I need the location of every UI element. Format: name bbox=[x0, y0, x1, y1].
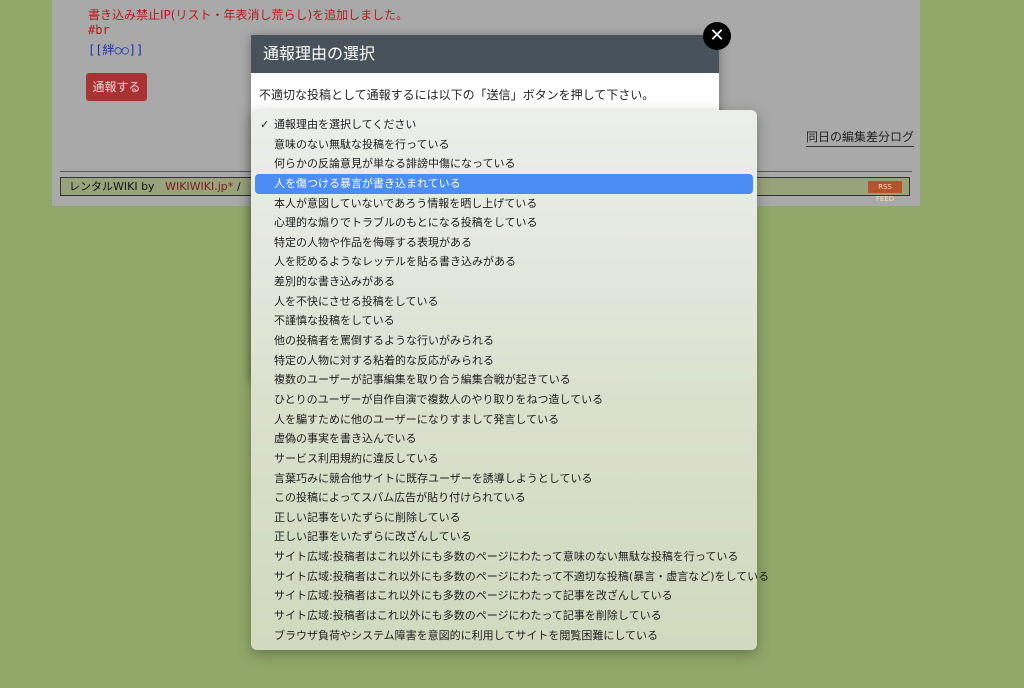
dropdown-option[interactable]: 言葉巧みに競合他サイトに既存ユーザーを誘導しようとしている bbox=[255, 469, 753, 489]
report-reason-dropdown[interactable]: ✓ 通報理由を選択してください意味のない無駄な投稿を行っている何らかの反論意見が単… bbox=[251, 110, 769, 650]
dropdown-option-label: 人を騙すために他のユーザーになりすまして発言している bbox=[274, 412, 560, 426]
dropdown-option[interactable]: 正しい記事をいたずらに削除している bbox=[255, 508, 753, 528]
diff-log-link[interactable]: 同日の編集差分ログ bbox=[806, 128, 915, 147]
dropdown-option-label: 他の投稿者を罵倒するような行いがみられる bbox=[274, 334, 494, 348]
dropdown-option-label: 差別的な書き込みがある bbox=[274, 275, 395, 289]
dropdown-option[interactable]: 人を不快にさせる投稿をしている bbox=[255, 292, 753, 312]
dropdown-option-label: 人を貶めるようなレッテルを貼る書き込みがある bbox=[274, 255, 516, 269]
dropdown-option-label: 本人が意図していないであろう情報を晒し上げている bbox=[274, 196, 538, 210]
footer-slash: / bbox=[237, 180, 241, 193]
dropdown-option[interactable]: 人を貶めるようなレッテルを貼る書き込みがある bbox=[255, 252, 753, 272]
dropdown-option-label: 正しい記事をいたずらに改ざんしている bbox=[274, 530, 472, 544]
dropdown-option[interactable]: サイト広域:投稿者はこれ以外にも多数のページにわたって意味のない無駄な投稿を行っ… bbox=[255, 547, 753, 567]
dropdown-option-label: サービス利用規約に違反している bbox=[274, 451, 439, 465]
dropdown-option[interactable]: この投稿によってスパム広告が貼り付けられている bbox=[255, 488, 753, 508]
dropdown-option-label: 心理的な煽りでトラブルのもとになる投稿をしている bbox=[274, 216, 538, 230]
br-markup-text: #br bbox=[88, 23, 110, 37]
dropdown-option[interactable]: サイト広域:投稿者はこれ以外にも多数のページにわたって記事を削除している bbox=[255, 606, 753, 626]
dropdown-option[interactable]: 差別的な書き込みがある bbox=[255, 272, 753, 292]
rss-feed-icon[interactable]: RSS FEED bbox=[868, 181, 902, 203]
dropdown-option-label: 人を傷つける暴言が書き込まれている bbox=[274, 176, 461, 190]
dropdown-option[interactable]: 人を騙すために他のユーザーになりすまして発言している bbox=[255, 410, 753, 430]
dropdown-option-label: 複数のユーザーが記事編集を取り合う編集合戦が起きている bbox=[274, 373, 571, 387]
dropdown-option[interactable]: ブラウザ負荷やシステム障害を意図的に利用してサイトを閲覧困難にしている bbox=[255, 626, 753, 646]
dropdown-option-label: サイト広域:投稿者はこれ以外にも多数のページにわたって不適切な投稿(暴言・虚言な… bbox=[274, 569, 770, 583]
footer-rental-text: レンタルWIKI by bbox=[69, 180, 155, 193]
report-button[interactable]: 通報する bbox=[86, 73, 147, 101]
dropdown-option[interactable]: サービス利用規約に違反している bbox=[255, 449, 753, 469]
dropdown-option-label: ひとりのユーザーが自作自演で複数人のやり取りをねつ造している bbox=[274, 392, 604, 406]
dropdown-option-label: 言葉巧みに競合他サイトに既存ユーザーを誘導しようとしている bbox=[274, 471, 593, 485]
checkmark-icon: ✓ bbox=[260, 118, 270, 131]
dropdown-option[interactable]: 複数のユーザーが記事編集を取り合う編集合戦が起きている bbox=[255, 370, 753, 390]
dropdown-option-label: 特定の人物や作品を侮辱する表現がある bbox=[274, 235, 472, 249]
dropdown-option[interactable]: 虚偽の事実を書き込んでいる bbox=[255, 429, 753, 449]
dropdown-option[interactable]: 不謹慎な投稿をしている bbox=[255, 311, 753, 331]
dropdown-option-label: サイト広域:投稿者はこれ以外にも多数のページにわたって記事を削除している bbox=[274, 609, 662, 623]
close-icon[interactable]: ✕ bbox=[703, 22, 731, 50]
dropdown-option-label: ブラウザ負荷やシステム障害を意図的に利用してサイトを閲覧困難にしている bbox=[274, 628, 659, 642]
modal-title: 通報理由の選択 bbox=[251, 35, 719, 73]
modal-description: 不適切な投稿として通報するには以下の「送信」ボタンを押して下さい。 bbox=[259, 88, 655, 102]
footer-site-link[interactable]: WIKIWIKI.jp* bbox=[165, 180, 233, 193]
wiki-link[interactable]: [[絆○○]] bbox=[88, 41, 143, 58]
dropdown-option-label: サイト広域:投稿者はこれ以外にも多数のページにわたって記事を改ざんしている bbox=[274, 589, 673, 603]
dropdown-option-label: 意味のない無駄な投稿を行っている bbox=[274, 137, 450, 151]
dropdown-option[interactable]: 他の投稿者を罵倒するような行いがみられる bbox=[255, 331, 753, 351]
dropdown-option[interactable]: 特定の人物や作品を侮辱する表現がある bbox=[255, 233, 753, 253]
dropdown-option-label: 何らかの反論意見が単なる誹謗中傷になっている bbox=[274, 157, 516, 171]
dropdown-option[interactable]: 人を傷つける暴言が書き込まれている bbox=[255, 173, 753, 194]
dropdown-option-label: 通報理由を選択してください bbox=[274, 118, 417, 131]
dropdown-option[interactable]: ひとりのユーザーが自作自演で複数人のやり取りをねつ造している bbox=[255, 390, 753, 410]
dropdown-option[interactable]: 本人が意図していないであろう情報を晒し上げている bbox=[255, 194, 753, 214]
footer-credit: レンタルWIKI by WIKIWIKI.jp* bbox=[69, 178, 233, 195]
dropdown-option-label: この投稿によってスパム広告が貼り付けられている bbox=[274, 491, 526, 505]
dropdown-option-label: サイト広域:投稿者はこれ以外にも多数のページにわたって意味のない無駄な投稿を行っ… bbox=[274, 550, 739, 564]
notice-text: 書き込み禁止IP(リスト・年表消し荒らし)を追加しました。 bbox=[88, 8, 409, 22]
dropdown-option[interactable]: 心理的な煽りでトラブルのもとになる投稿をしている bbox=[255, 213, 753, 233]
dropdown-option[interactable]: 特定の人物に対する粘着的な反応がみられる bbox=[255, 351, 753, 371]
dropdown-option-label: 不謹慎な投稿をしている bbox=[274, 314, 395, 328]
dropdown-option[interactable]: 何らかの反論意見が単なる誹謗中傷になっている bbox=[255, 154, 753, 174]
dropdown-option[interactable]: サイト広域:投稿者はこれ以外にも多数のページにわたって不適切な投稿(暴言・虚言な… bbox=[255, 567, 769, 587]
dropdown-option-label: 虚偽の事実を書き込んでいる bbox=[274, 432, 417, 446]
dropdown-option[interactable]: ✓ 通報理由を選択してください bbox=[255, 115, 753, 135]
dropdown-option-label: 人を不快にさせる投稿をしている bbox=[274, 294, 439, 308]
dropdown-option[interactable]: 意味のない無駄な投稿を行っている bbox=[255, 135, 753, 155]
dropdown-option-label: 正しい記事をいたずらに削除している bbox=[274, 510, 461, 524]
dropdown-option-label: 特定の人物に対する粘着的な反応がみられる bbox=[274, 353, 494, 367]
dropdown-option[interactable]: 正しい記事をいたずらに改ざんしている bbox=[255, 527, 753, 547]
dropdown-option[interactable]: サイト広域:投稿者はこれ以外にも多数のページにわたって記事を改ざんしている bbox=[255, 586, 753, 606]
